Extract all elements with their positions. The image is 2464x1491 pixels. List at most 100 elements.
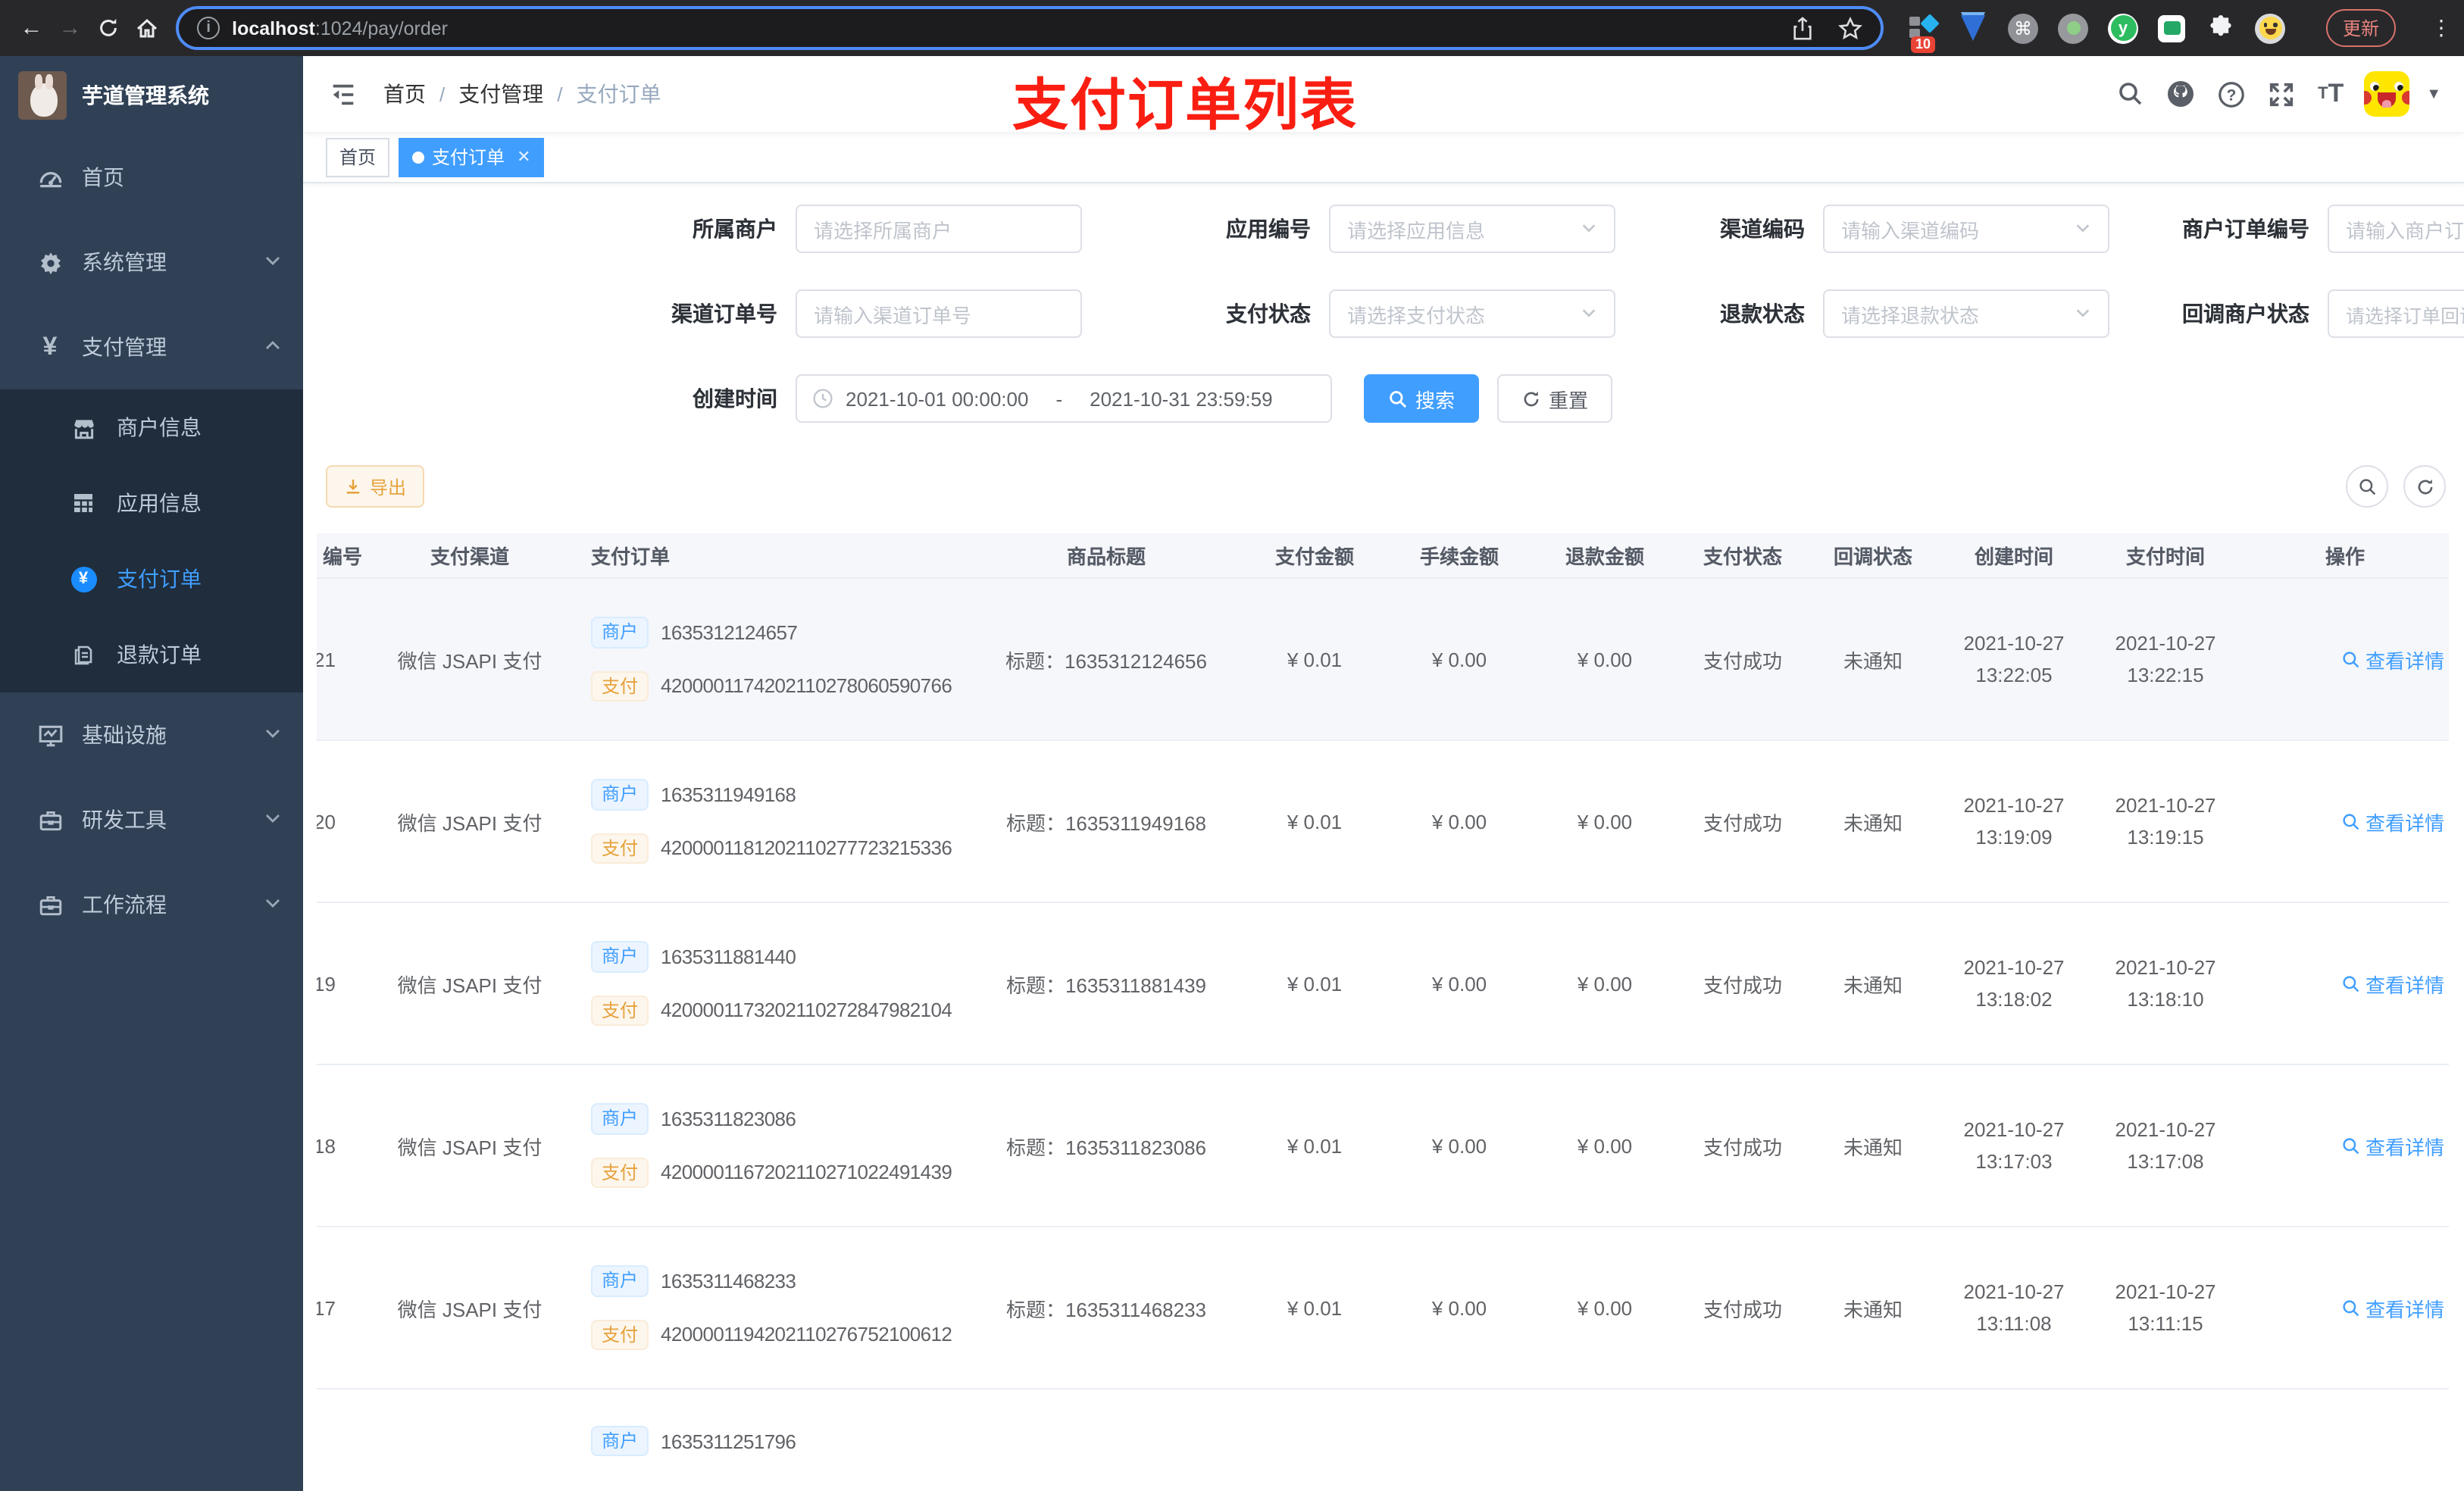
refresh-table-icon[interactable]	[2403, 465, 2446, 508]
url-bar[interactable]: i localhost:1024/pay/order	[176, 6, 1884, 50]
breadcrumb-home[interactable]: 首页	[383, 79, 426, 109]
view-detail-link[interactable]: 查看详情	[2341, 645, 2444, 674]
home-glyph	[137, 17, 158, 37]
pay-tag: 支付	[591, 1319, 649, 1350]
sidebar-item-payment[interactable]: ¥ 支付管理	[0, 305, 303, 389]
filter-pay-status: 支付状态 请选择支付状态	[1208, 289, 1615, 338]
pay-channel: 微信 JSAPI 支付	[371, 1064, 568, 1227]
extension-grid-icon[interactable]: 10	[1908, 13, 1940, 52]
breadcrumb-section[interactable]: 支付管理	[458, 79, 543, 109]
merchant-order-no-input[interactable]: 请输入商户订单编号	[2328, 205, 2464, 253]
sidebar-item-merchant-info[interactable]: 商户信息	[0, 389, 303, 465]
toggle-search-icon[interactable]	[2346, 465, 2388, 508]
date-range-input[interactable]: 2021-10-01 00:00:00 - 2021-10-31 23:59:5…	[796, 374, 1332, 423]
pay-channel: 微信 JSAPI 支付	[371, 740, 568, 903]
export-button[interactable]: 导出	[326, 465, 425, 508]
channel-order-no-input[interactable]: 请输入渠道订单号	[796, 289, 1082, 338]
update-button[interactable]: 更新	[2326, 9, 2397, 47]
refund-amount: ¥ 0.00	[1532, 1064, 1678, 1227]
created-time: 2021-10-27 13:11:08	[1938, 1227, 2090, 1389]
chevron-down-icon	[264, 892, 282, 917]
notify-status: 未通知	[1808, 1227, 1938, 1389]
actions-cell: 查看详情	[2241, 740, 2449, 903]
site-info-icon[interactable]: i	[197, 17, 220, 39]
pay-order-cell: 商户 1635311881440 支付 4200001173202110272847…	[568, 902, 970, 1065]
tag-home[interactable]: 首页	[326, 137, 390, 177]
chevron-down-icon	[1581, 217, 1597, 240]
callback-status-select[interactable]: 请选择订单回调商户状态	[2328, 289, 2464, 338]
puzzle-extensions-icon[interactable]	[2205, 13, 2235, 43]
col-notify: 回调状态	[1808, 533, 1938, 579]
table-row: 21 微信 JSAPI 支付 商户 1635312124657 支付 4200001…	[317, 578, 2449, 741]
pay-order-cell: 商户 1635311823086 支付 4200001167202110271022…	[568, 1064, 970, 1227]
table-header-row: 编号 支付渠道 支付订单 商品标题 支付金额 手续金额 退款金额 支付状态 回调…	[317, 533, 2449, 579]
col-title: 商品标题	[970, 533, 1243, 579]
sidebar-item-system[interactable]: 系统管理	[0, 220, 303, 305]
reset-button[interactable]: 重置	[1497, 374, 1613, 423]
bookmark-star-icon[interactable]	[1838, 16, 1862, 40]
filter-label: 支付状态	[1226, 302, 1311, 326]
reload-icon[interactable]	[89, 8, 128, 48]
view-detail-link[interactable]: 查看详情	[2341, 807, 2444, 836]
app-id-select[interactable]: 请选择应用信息	[1329, 205, 1615, 253]
close-icon[interactable]: ✕	[517, 147, 530, 167]
browser-menu-icon[interactable]: ⋮	[2431, 15, 2452, 41]
sidebar-item-refund-order[interactable]: 退款订单	[0, 617, 303, 692]
sidebar-item-workflow[interactable]: 工作流程	[0, 862, 303, 947]
magnifier-icon	[2343, 813, 2359, 830]
font-size-icon[interactable]: TT	[2314, 77, 2347, 111]
filter-row-2: 渠道订单号 请输入渠道订单号 支付状态 请选择支付状态 退款状态 请选择退款状态	[317, 289, 2464, 338]
sidebar: 芋道管理系统 首页 系统管理 ¥ 支付管理 商户信息 应用信息 ¥ 支付订单 退…	[0, 56, 303, 1491]
filter-row-3: 创建时间 2021-10-01 00:00:00 - 2021-10-31 23…	[317, 374, 2449, 423]
col-paid: 支付时间	[2090, 533, 2241, 579]
tag-pay-order[interactable]: 支付订单 ✕	[399, 137, 545, 177]
view-detail-link[interactable]: 查看详情	[2341, 1131, 2444, 1160]
kite-extension-icon[interactable]	[1958, 13, 1988, 43]
toolbox-icon	[33, 807, 67, 833]
chat-extension-icon[interactable]	[2158, 14, 2185, 42]
merchant-input[interactable]: 请选择所属商户	[796, 205, 1082, 253]
yuque-extension-icon[interactable]: y	[2108, 13, 2138, 43]
magnifier-icon	[2343, 975, 2359, 992]
clock-icon	[813, 389, 833, 408]
sidebar-item-dev-tools[interactable]: 研发工具	[0, 777, 303, 862]
user-avatar[interactable]	[2364, 71, 2410, 117]
command-extension-icon[interactable]: ⌘	[2008, 13, 2038, 43]
export-label: 导出	[370, 477, 407, 498]
sidebar-item-home[interactable]: 首页	[0, 135, 303, 220]
refund-amount: ¥ 0.00	[1532, 1227, 1678, 1389]
view-detail-link[interactable]: 查看详情	[2341, 1293, 2444, 1322]
fullscreen-icon[interactable]	[2264, 77, 2297, 111]
avatar-caret-icon[interactable]: ▼	[2426, 86, 2441, 102]
pay-status-select[interactable]: 请选择支付状态	[1329, 289, 1615, 338]
table-row: 19 微信 JSAPI 支付 商户 1635311881440 支付 4200001…	[317, 902, 2449, 1065]
channel-code-select[interactable]: 请输入渠道编码	[1823, 205, 2109, 253]
back-icon[interactable]: ←	[12, 8, 51, 48]
help-icon[interactable]: ?	[2214, 77, 2247, 111]
dashboard-icon	[33, 164, 67, 190]
forward-icon[interactable]: →	[51, 8, 89, 48]
merchant-order-no: 1635311251796	[661, 1430, 796, 1453]
yen-icon: ¥	[42, 332, 58, 361]
refund-status-select[interactable]: 请选择退款状态	[1823, 289, 2109, 338]
hamburger-icon[interactable]	[326, 77, 359, 111]
home-icon[interactable]	[128, 8, 167, 48]
app-title: 芋道管理系统	[82, 83, 209, 108]
logo-image	[18, 71, 67, 120]
actions-cell: 查看详情	[2241, 902, 2449, 1065]
filter-callback-status: 回调商户状态 请选择订单回调商户状态	[2176, 289, 2464, 338]
sidebar-item-pay-order[interactable]: ¥ 支付订单	[0, 541, 303, 617]
search-button[interactable]: 搜索	[1364, 374, 1480, 423]
product-title: 标题：1635311949168	[970, 740, 1243, 903]
search-icon[interactable]	[2114, 77, 2147, 111]
share-icon[interactable]	[1791, 16, 1814, 40]
sidebar-item-app-info[interactable]: 应用信息	[0, 465, 303, 541]
pay-channel	[371, 1389, 568, 1491]
product-title: 标题：1635311823086	[970, 1064, 1243, 1227]
github-icon[interactable]	[2164, 77, 2197, 111]
emoji-avatar-icon[interactable]	[2255, 13, 2285, 43]
sidebar-item-label: 工作流程	[82, 892, 167, 917]
sidebar-item-infrastructure[interactable]: 基础设施	[0, 692, 303, 777]
view-detail-link[interactable]: 查看详情	[2341, 969, 2444, 998]
dot-extension-icon[interactable]	[2058, 13, 2088, 43]
